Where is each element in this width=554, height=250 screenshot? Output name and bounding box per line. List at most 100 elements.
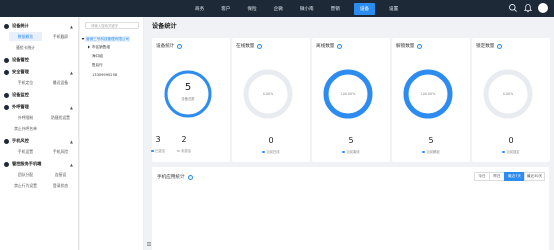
sidebar-item[interactable]: 手机定位 bbox=[9, 78, 42, 87]
ring-percent: 100.00% bbox=[340, 92, 356, 96]
legend-dot bbox=[342, 150, 345, 154]
sidebar-group-label: 外呼管理 bbox=[12, 104, 29, 109]
top-nav-item[interactable]: 保险 bbox=[244, 3, 259, 15]
sidebar-item[interactable]: 数据概览 bbox=[9, 32, 42, 41]
sidebar-group[interactable]: 手机风控 ▲ bbox=[0, 136, 78, 146]
card-caption: 当前锁定 bbox=[472, 149, 550, 154]
chevron-up-icon[interactable]: ▲ bbox=[70, 162, 78, 167]
chevron-up-icon[interactable]: ▲ bbox=[70, 139, 78, 144]
legend-dot bbox=[502, 150, 505, 154]
sidebar-group[interactable]: 设备监控 bbox=[0, 90, 78, 100]
top-nav-item[interactable]: 商务 bbox=[192, 3, 207, 15]
sidebar-group-icon bbox=[4, 92, 9, 98]
top-nav-item[interactable]: 设备 bbox=[353, 2, 376, 15]
top-nav-item[interactable]: 设置 bbox=[386, 3, 401, 15]
card-title: 锁定数量 i bbox=[476, 43, 503, 49]
card-title-text: 离线数量 bbox=[316, 44, 335, 49]
date-range-button[interactable]: 最近7天 bbox=[504, 172, 525, 181]
sidebar-group[interactable]: 管控服务手机端 ▲ bbox=[0, 159, 78, 169]
top-nav-item[interactable]: 企微 bbox=[271, 3, 286, 15]
chevron-up-icon[interactable]: ▲ bbox=[70, 24, 78, 29]
sidebar-group[interactable]: 安全管理 ▲ bbox=[0, 67, 78, 77]
bell-icon[interactable] bbox=[523, 3, 533, 13]
info-icon[interactable]: i bbox=[337, 43, 343, 49]
card-value: 5 bbox=[348, 136, 354, 145]
card-caption-text: 当前解锁 bbox=[426, 150, 440, 154]
sidebar-group-label: 手机风控 bbox=[12, 138, 29, 143]
stat-card: 解锁数量 i 100.00% 5 当前解锁 bbox=[392, 38, 470, 162]
stat-card: 在线数量 i 0.00% 0 当前在线 bbox=[232, 38, 310, 162]
legend-dot bbox=[151, 149, 154, 153]
sidebar-item[interactable]: 手机截屏 bbox=[44, 32, 77, 41]
card-title: 离线数量 i bbox=[316, 43, 343, 49]
date-range-button[interactable]: 昨日 bbox=[489, 172, 505, 181]
sidebar-item[interactable]: 手机风险 bbox=[44, 147, 77, 156]
search-icon[interactable] bbox=[508, 3, 518, 13]
date-range-button[interactable]: 最近30天 bbox=[524, 172, 545, 181]
sidebar-group-label: 安全管理 bbox=[12, 69, 29, 74]
stat-card: 设备统计 i 5 设备总数 3 已激活 2 未激活 bbox=[151, 38, 230, 162]
top-nav-item[interactable]: 微小南 bbox=[297, 3, 317, 15]
avatar[interactable] bbox=[538, 3, 548, 13]
card-caption: 当前离线 bbox=[312, 149, 390, 154]
legend-dot bbox=[177, 149, 180, 153]
top-nav-item[interactable]: 客户 bbox=[218, 3, 233, 15]
count-label: 未激活 bbox=[160, 148, 208, 153]
stat-card: 离线数量 i 100.00% 5 当前离线 bbox=[312, 38, 390, 162]
sidebar-item[interactable]: 团队分配 bbox=[9, 170, 42, 179]
sidebar-group[interactable]: 外呼管理 ▲ bbox=[0, 102, 78, 112]
sidebar-group-label: 设备管控 bbox=[12, 57, 29, 62]
sidebar-item[interactable]: 登录状态 bbox=[44, 181, 77, 190]
sidebar-subitems: 手机定位 最近设备 bbox=[0, 77, 78, 88]
tree-node[interactable]: 售后行 bbox=[92, 63, 103, 68]
main-content: 设备统计 设备统计 i 5 设备总数 3 已激活 2 未激活 在线数量 i 0.00% 0 当前在线 离线… bbox=[147, 17, 554, 250]
date-range-button[interactable]: 今日 bbox=[474, 172, 490, 181]
sidebar-subitems: 手机设置 手机风险 bbox=[0, 146, 78, 157]
tree-caret-right-icon[interactable] bbox=[87, 45, 91, 49]
sidebar-group-label: 管控服务手机端 bbox=[12, 161, 42, 166]
info-icon[interactable]: i bbox=[177, 43, 183, 49]
card-caption-text: 当前离线 bbox=[346, 150, 360, 154]
sidebar-item[interactable]: 最近设备 bbox=[44, 78, 77, 87]
sidebar-item[interactable]: 连接设 bbox=[44, 170, 77, 179]
ring-percent: 0.00% bbox=[262, 92, 274, 96]
card-title: 解锁数量 i bbox=[396, 43, 423, 49]
sidebar-group-icon bbox=[4, 69, 9, 75]
info-icon[interactable]: i bbox=[187, 174, 193, 180]
card-caption-text: 当前锁定 bbox=[506, 150, 520, 154]
sidebar-item[interactable]: 禁止外呼名单 bbox=[9, 124, 42, 133]
card-title: 在线数量 i bbox=[236, 43, 263, 49]
left-sidebar: 设备统计 ▲ 数据概览 手机截屏 骚扰卡统计设备管控安全管理 ▲ 手机定位 最近设备设备监控外… bbox=[0, 17, 79, 250]
tree-node[interactable]: 13309990258 bbox=[92, 73, 117, 77]
stat-card: 锁定数量 i 0.00% 0 当前锁定 bbox=[472, 38, 550, 162]
card-value: 0 bbox=[508, 136, 514, 145]
sidebar-item[interactable]: 防骚扰设置 bbox=[44, 113, 77, 122]
tree-search-input[interactable]: 请输入搜索关键字 bbox=[85, 22, 139, 29]
info-icon[interactable]: i bbox=[497, 43, 503, 49]
tree-root-node[interactable]: 营销三号科技管理有限公司 bbox=[85, 36, 131, 42]
sidebar-item[interactable]: 外呼限制 bbox=[9, 113, 42, 122]
chevron-up-icon[interactable]: ▲ bbox=[70, 105, 78, 110]
sidebar-item[interactable]: 禁止行为设置 bbox=[9, 181, 42, 190]
sidebar-item[interactable]: 手机设置 bbox=[9, 147, 42, 156]
legend-dot bbox=[262, 150, 265, 154]
ring-progress bbox=[164, 70, 212, 118]
sidebar-group[interactable]: 设备管控 bbox=[0, 55, 78, 65]
tree-node[interactable]: 海口组 bbox=[92, 54, 103, 59]
info-icon[interactable]: i bbox=[257, 43, 263, 49]
date-range-buttons: 今日 昨日 最近7天 最近30天 bbox=[474, 172, 545, 181]
card-caption: 当前在线 bbox=[232, 149, 310, 154]
card-title-text: 锁定数量 bbox=[476, 44, 495, 49]
sidebar-group[interactable]: 设备统计 ▲ bbox=[0, 21, 78, 31]
sidebar-subitems: 数据概览 手机截屏 骚扰卡统计 bbox=[0, 31, 78, 53]
top-nav-item[interactable]: 营销 bbox=[328, 3, 343, 15]
sidebar-item[interactable]: 骚扰卡统计 bbox=[9, 43, 42, 52]
chevron-up-icon[interactable]: ▲ bbox=[70, 70, 78, 75]
sidebar-group-label: 设备监控 bbox=[12, 92, 29, 97]
sidebar-subitems: 外呼限制 防骚扰设置 禁止外呼名单 bbox=[0, 112, 78, 134]
card-title-text: 设备统计 bbox=[156, 44, 175, 49]
top-right-icons bbox=[508, 3, 548, 13]
tree-node[interactable]: 市区销售组 bbox=[92, 45, 110, 50]
card-value: 5 bbox=[428, 136, 434, 145]
info-icon[interactable]: i bbox=[417, 43, 423, 49]
